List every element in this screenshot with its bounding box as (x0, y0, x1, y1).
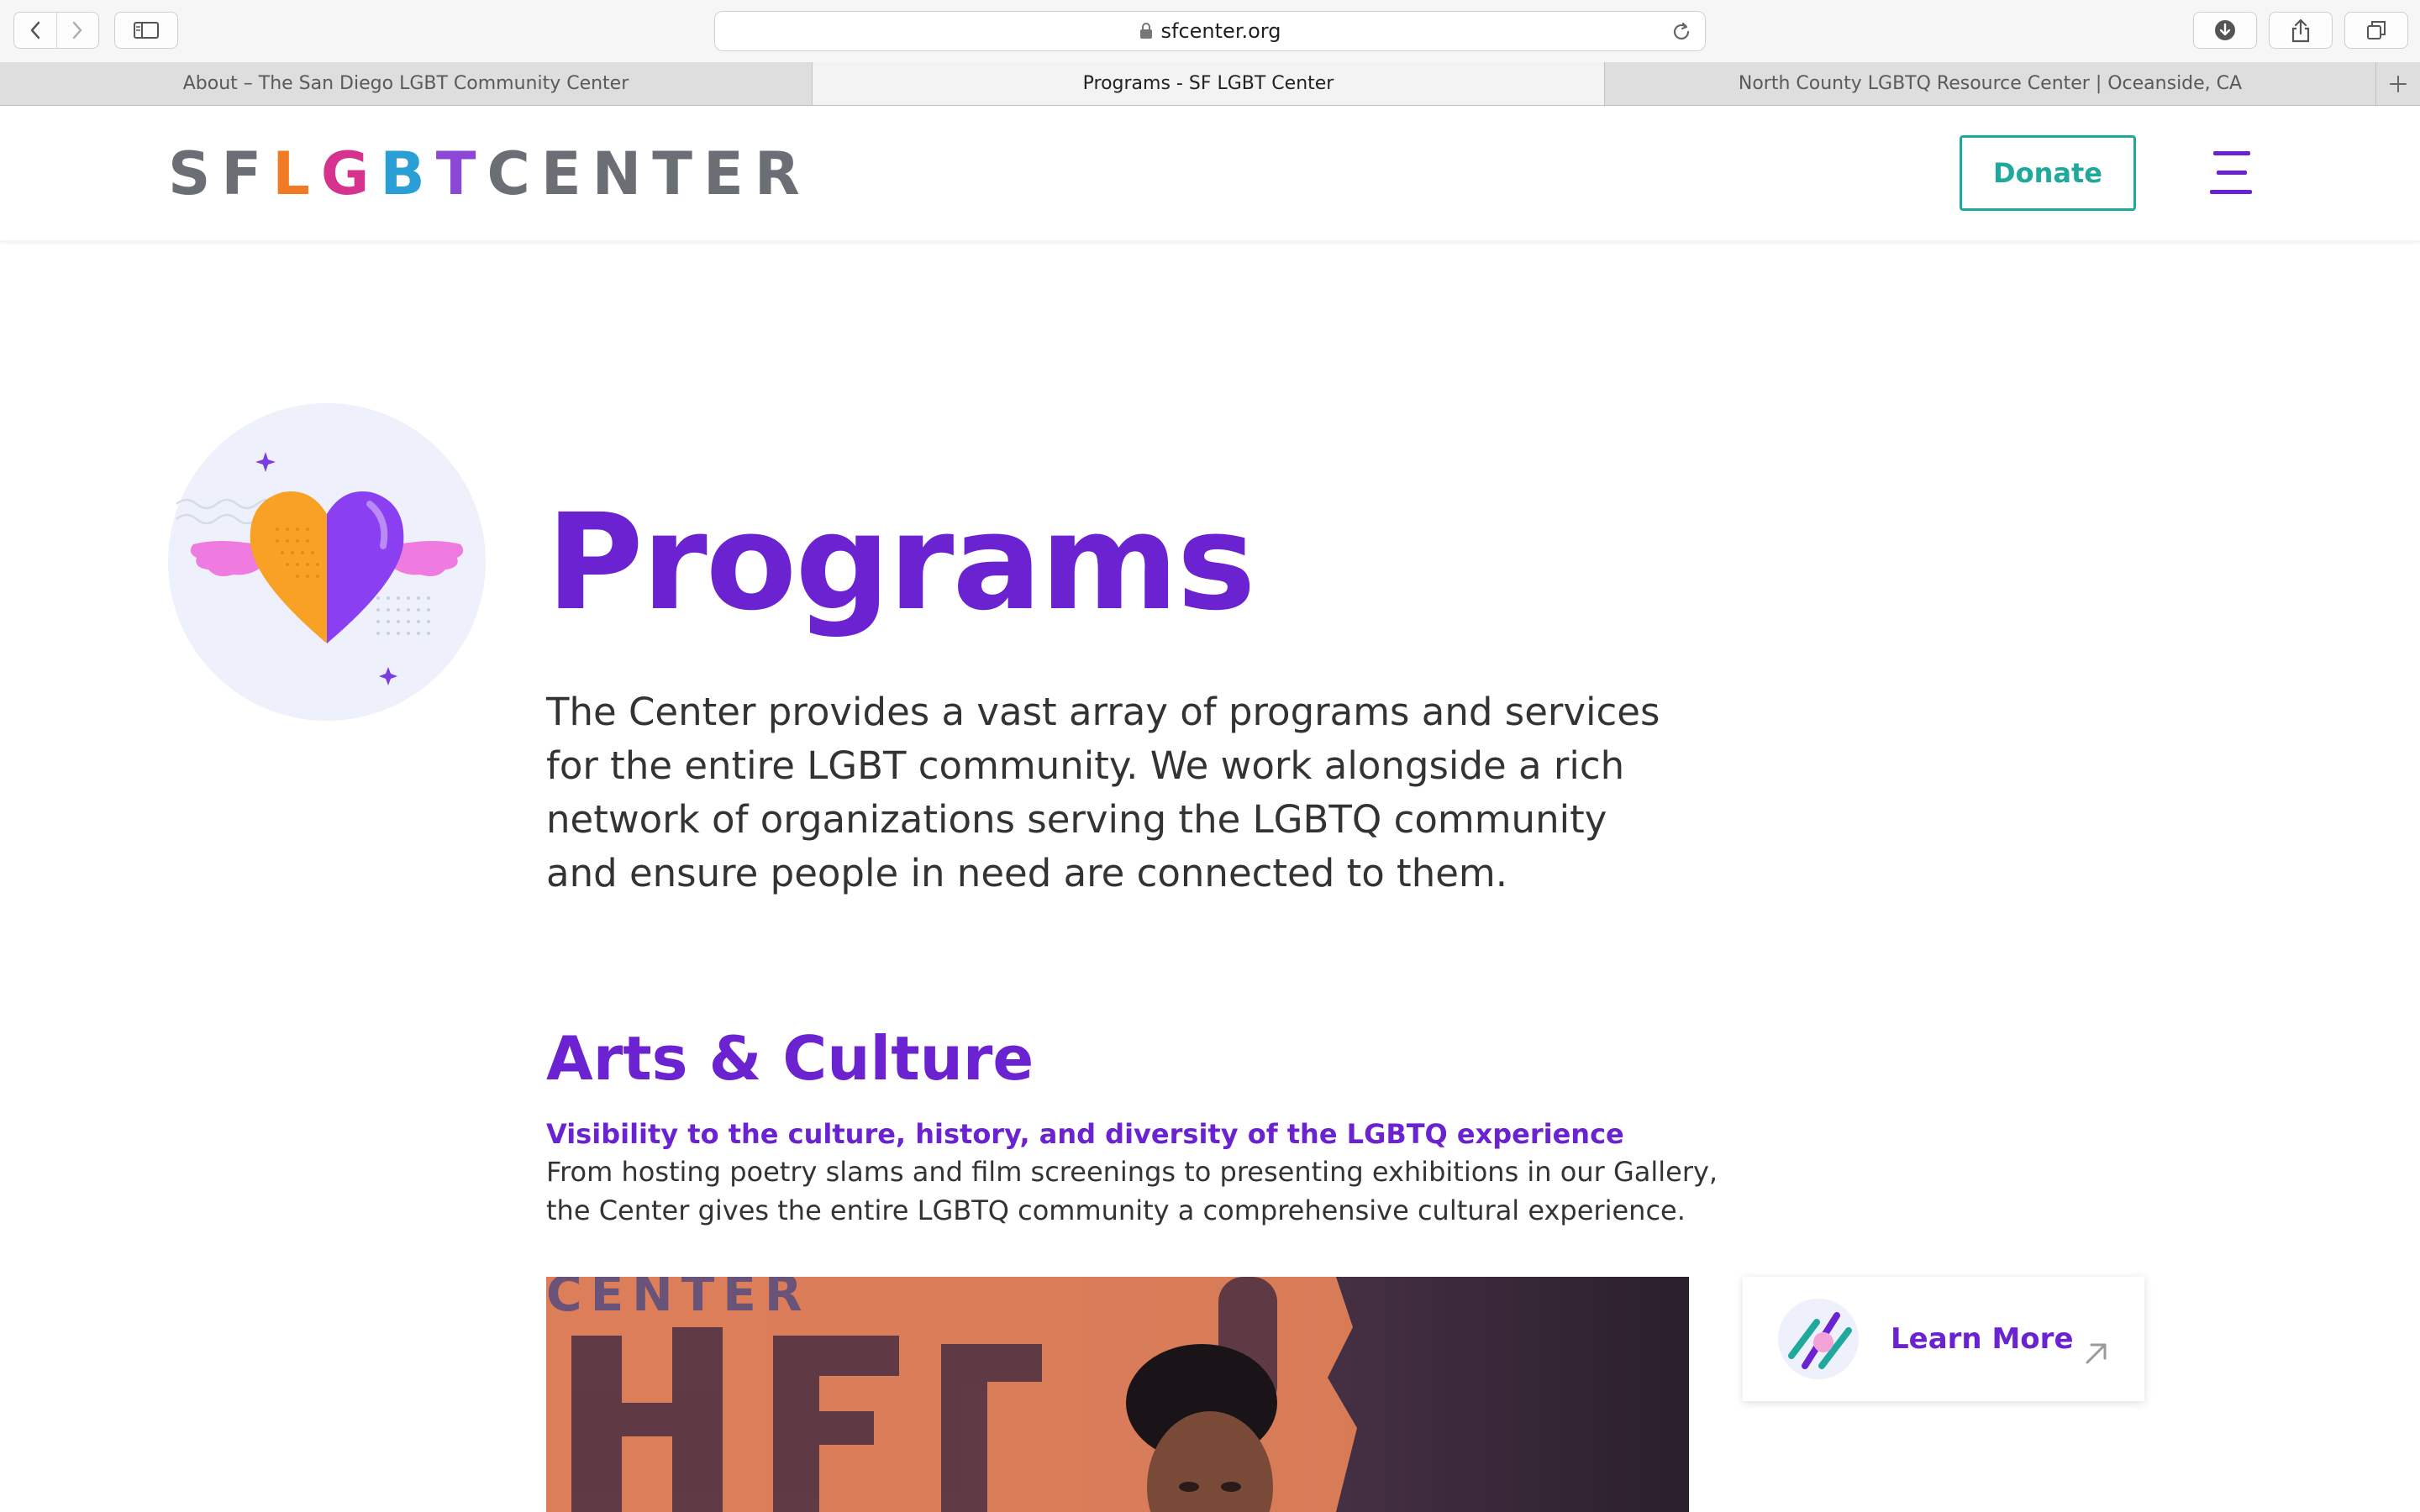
section-description: From hosting poetry slams and film scree… (546, 1156, 1718, 1226)
logo-wordmark: SFLGBTCENTER (168, 144, 811, 203)
share-button[interactable] (2269, 12, 2333, 49)
reload-icon[interactable] (1670, 20, 1693, 44)
hamburger-menu-icon[interactable] (2210, 150, 2252, 197)
tab-sf-programs[interactable]: Programs - SF LGBT Center (813, 62, 1605, 105)
logo-letter: T (435, 139, 487, 208)
tab-title: About – The San Diego LGBT Community Cen… (182, 73, 629, 94)
logo-letter: B (380, 139, 436, 208)
share-icon (2291, 18, 2310, 43)
photo-sign-text: CENTER (546, 1277, 811, 1322)
new-tab-icon (2390, 75, 2407, 92)
tabs-overview-icon (2367, 21, 2386, 39)
arts-culture-photo: CENTER (546, 1277, 1689, 1512)
downloads-button[interactable] (2193, 12, 2257, 49)
section-title-arts-culture: Arts & Culture (546, 1023, 1034, 1094)
tab-title: Programs - SF LGBT Center (1082, 73, 1334, 94)
section-subtitle: Visibility to the culture, history, and … (546, 1118, 1624, 1150)
arrow-up-right-icon (2086, 1343, 2107, 1364)
site-header: SFLGBTCENTER Donate (0, 106, 2420, 240)
logo-letter: F (221, 139, 273, 208)
logo-letter: R (754, 139, 811, 208)
logo-letter: E (702, 139, 755, 208)
url-text: sfcenter.org (1160, 19, 1281, 43)
winged-heart-icon (168, 403, 486, 721)
download-icon (2215, 20, 2235, 40)
logo-letter: G (320, 139, 381, 208)
sidebar-button[interactable] (114, 12, 178, 49)
logo-letter: L (272, 139, 321, 208)
logo-letter: C (487, 139, 541, 208)
forward-button[interactable] (55, 13, 99, 48)
slashes-icon (1776, 1297, 1860, 1381)
tabs-overview-button[interactable] (2344, 12, 2408, 49)
sf-lgbt-center-logo[interactable]: SFLGBTCENTER (168, 144, 811, 203)
nav-button-group (13, 12, 99, 49)
tab-san-diego[interactable]: About – The San Diego LGBT Community Cen… (0, 62, 813, 105)
back-icon (30, 21, 39, 39)
page-title: Programs (546, 486, 1256, 640)
new-tab-button[interactable] (2376, 62, 2420, 105)
tab-north-county[interactable]: North County LGBTQ Resource Center | Oce… (1605, 62, 2376, 105)
intro-paragraph: The Center provides a vast array of prog… (546, 690, 1660, 895)
forward-icon (73, 21, 82, 39)
logo-letter: S (168, 139, 222, 208)
logo-letter: T (652, 139, 703, 208)
donate-button[interactable]: Donate (1960, 135, 2136, 211)
sidebar-icon (134, 22, 159, 39)
learn-more-label: Learn More (1891, 1322, 2074, 1356)
address-bar[interactable]: sfcenter.org (714, 11, 1706, 51)
learn-more-card[interactable]: Learn More (1743, 1277, 2144, 1401)
tab-title: North County LGBTQ Resource Center | Oce… (1738, 73, 2243, 94)
logo-letter: E (540, 139, 592, 208)
browser-toolbar: sfcenter.org (0, 0, 2420, 63)
logo-letter: N (592, 139, 653, 208)
back-button[interactable] (14, 13, 56, 48)
tab-strip: About – The San Diego LGBT Community Cen… (0, 62, 2420, 106)
lock-icon (1139, 23, 1152, 39)
